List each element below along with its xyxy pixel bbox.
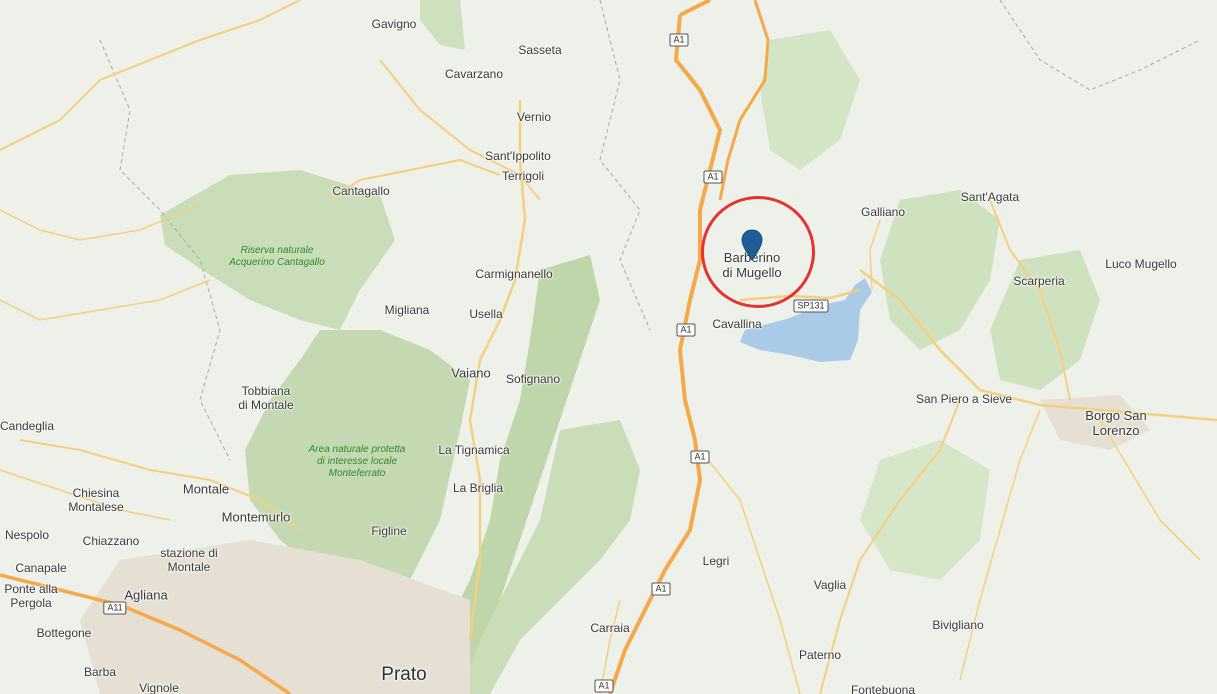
place-label: Borgo San Lorenzo — [1085, 408, 1147, 438]
place-label: Prato — [381, 664, 427, 685]
place-label: Fontebuona — [850, 683, 916, 694]
park-label: Riserva naturale Acquerino Cantagallo — [229, 245, 325, 268]
road — [869, 219, 881, 291]
motorway-a1-variant — [718, 0, 770, 201]
place-label: Carraia — [590, 621, 630, 635]
road-shield: A11 — [103, 601, 127, 615]
place-label: Sofignano — [505, 372, 561, 386]
place-label: Sant'Ippolito — [485, 149, 551, 163]
place-label: Vernio — [516, 110, 552, 124]
place-label: Carmignanello — [475, 267, 553, 281]
place-label: Barba — [83, 665, 117, 679]
place-label: La Tignamica — [438, 443, 510, 457]
place-label: Luco Mugello — [1105, 257, 1177, 271]
road — [0, 0, 301, 151]
road — [699, 449, 801, 694]
place-label: Bottegone — [36, 626, 92, 640]
road-shield: SP131 — [793, 299, 829, 313]
road-shield: A1 — [669, 33, 689, 47]
place-label: Vaglia — [813, 578, 847, 592]
place-label: Vignole — [139, 681, 179, 694]
forest-area — [420, 0, 465, 50]
place-label: Terrigoli — [501, 169, 545, 183]
forest-area — [990, 250, 1100, 390]
road-shield: A1 — [676, 323, 696, 337]
road-shield: A1 — [594, 679, 614, 693]
place-label: Paterno — [798, 648, 842, 662]
map-view[interactable]: Gavigno Sasseta Cavarzano Vernio Sant'Ip… — [0, 0, 1217, 694]
place-label: Chiesina Montalese — [68, 486, 124, 514]
place-label: Chiazzano — [82, 534, 140, 548]
place-label: Figline — [371, 524, 407, 538]
place-label: Migliana — [384, 303, 430, 317]
place-label: Legri — [702, 554, 730, 568]
place-label: Nespolo — [4, 528, 50, 542]
road-shield: A1 — [690, 450, 710, 464]
place-label: stazione di Montale — [160, 546, 218, 574]
place-label: Bivigliano — [932, 618, 984, 632]
place-label: Scarperia — [1013, 274, 1065, 288]
road-shield: A1 — [703, 170, 723, 184]
place-label: Candeglia — [0, 419, 55, 433]
place-label: Usella — [469, 307, 503, 321]
place-label: Sasseta — [518, 43, 562, 57]
place-label: Cavarzano — [444, 67, 504, 81]
place-label: Vaiano — [451, 365, 491, 381]
place-label: San Piero a Sieve — [915, 392, 1013, 406]
forest-area — [860, 440, 990, 580]
place-label: Gavigno — [371, 17, 417, 31]
map-base-layer — [0, 0, 1217, 694]
place-label: Galliano — [860, 205, 906, 219]
place-label: Tobbiana di Montale — [238, 384, 294, 412]
road — [0, 279, 211, 321]
admin-boundary — [599, 0, 651, 331]
location-pin-icon[interactable] — [741, 229, 763, 261]
place-label: La Briglia — [452, 481, 504, 495]
place-label: Agliana — [124, 587, 168, 603]
place-label: Cantagallo — [332, 184, 390, 198]
place-label: Sant'Agata — [960, 190, 1020, 204]
place-label: Cavallina — [712, 317, 762, 331]
place-label: Canapale — [15, 561, 67, 575]
park-label: Area naturale protetta di interesse loca… — [308, 444, 406, 479]
admin-boundary — [999, 0, 1201, 91]
road-shield: A1 — [651, 582, 671, 596]
place-label: Ponte alla Pergola — [4, 582, 58, 610]
place-label: Montale — [182, 481, 230, 497]
forest-area — [760, 30, 860, 170]
place-label: Montemurlo — [221, 509, 291, 525]
